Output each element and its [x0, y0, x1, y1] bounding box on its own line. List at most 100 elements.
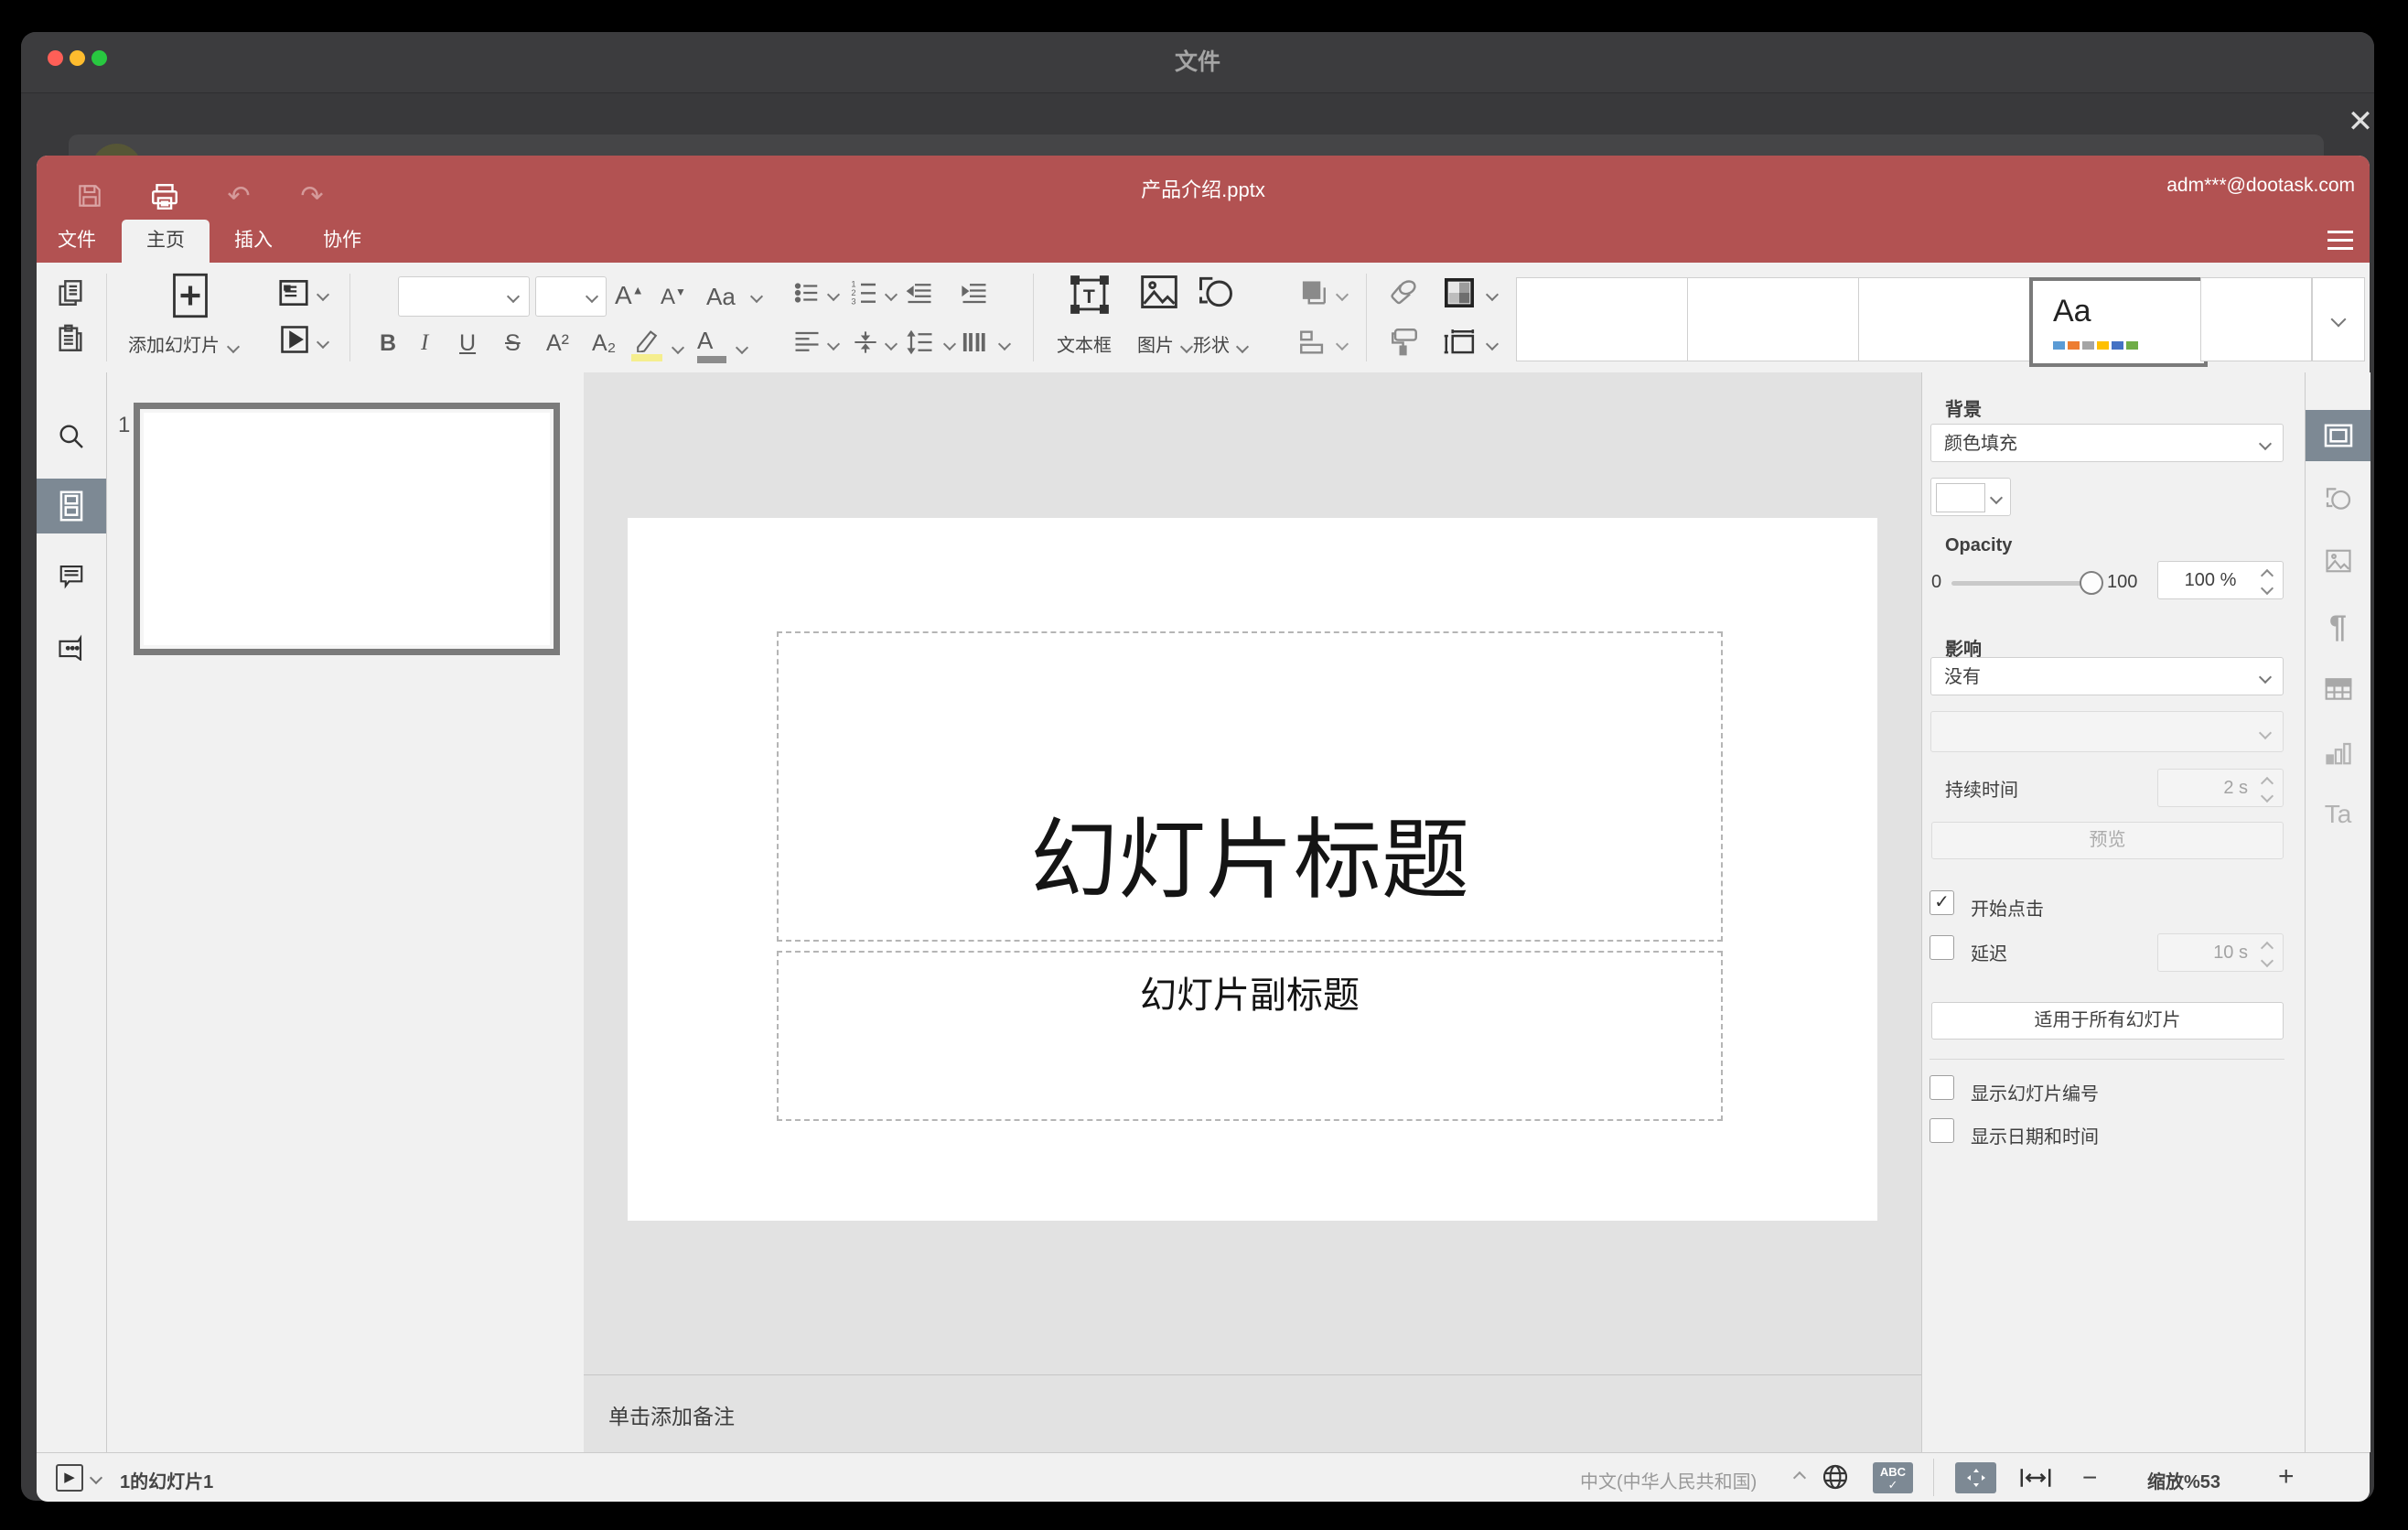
slideshow-mode-chevron[interactable] [89, 1471, 103, 1485]
theme-slot-2[interactable] [1687, 277, 1860, 361]
table-settings-icon[interactable] [2306, 663, 2370, 715]
slide-size-icon[interactable] [1444, 327, 1477, 358]
font-name-combo[interactable] [398, 276, 530, 317]
horizontal-align-chevron[interactable] [826, 337, 841, 351]
slide-layout-chevron[interactable] [316, 287, 330, 302]
copy-style-icon[interactable] [1389, 325, 1420, 358]
chat-icon[interactable] [37, 620, 106, 674]
shape-icon[interactable] [1196, 272, 1236, 312]
slide-title-placeholder[interactable]: 幻灯片标题 [777, 631, 1723, 942]
add-slide-button[interactable]: 添加幻灯片 [128, 330, 240, 357]
increase-indent-icon[interactable] [959, 279, 990, 307]
strikethrough-icon[interactable]: S [505, 330, 521, 357]
highlight-color-chevron[interactable] [671, 340, 685, 355]
highlight-color-icon[interactable] [631, 327, 662, 361]
clear-style-icon[interactable] [1387, 277, 1420, 308]
theme-slot-3[interactable] [1858, 277, 2031, 361]
increase-font-icon[interactable]: A▲ [615, 281, 644, 310]
search-icon[interactable] [37, 409, 106, 464]
chart-settings-icon[interactable] [2306, 727, 2370, 779]
tab-home[interactable]: 主页 [122, 220, 210, 263]
background-fill-select[interactable]: 颜色填充 [1930, 424, 2284, 462]
bold-icon[interactable]: B [380, 330, 396, 357]
theme-colors-icon[interactable] [1444, 277, 1475, 308]
slide-settings-icon[interactable] [2306, 410, 2370, 461]
tab-collaboration[interactable]: 协作 [298, 220, 386, 263]
language-selector[interactable]: 中文(中华人民共和国) [1580, 1467, 1757, 1493]
horizontal-align-icon[interactable] [793, 329, 821, 356]
columns-chevron[interactable] [997, 337, 1012, 351]
close-icon[interactable]: ✕ [2338, 101, 2383, 143]
superscript-icon[interactable]: A² [546, 330, 569, 357]
opacity-spinner[interactable]: 100 % [2157, 561, 2284, 599]
textbox-button[interactable]: 文本框 [1057, 330, 1112, 357]
arrange-shape-chevron[interactable] [1335, 287, 1349, 302]
change-case-chevron[interactable] [749, 289, 764, 304]
font-color-icon[interactable]: A [697, 327, 726, 363]
start-on-click-checkbox[interactable]: ✓ [1930, 890, 1954, 915]
theme-slot-1[interactable] [1516, 277, 1689, 361]
textbox-icon[interactable]: T [1069, 270, 1111, 319]
textart-settings-icon[interactable]: Ta [2306, 789, 2370, 840]
menu-icon[interactable] [2324, 225, 2357, 254]
theme-gallery-expand[interactable] [2312, 277, 2365, 361]
slides-panel-icon[interactable] [37, 479, 106, 533]
slide-size-chevron[interactable] [1485, 337, 1500, 351]
opacity-slider-thumb[interactable] [2080, 571, 2103, 595]
start-slideshow-status-icon[interactable]: ▶ [56, 1464, 83, 1492]
show-slide-number-checkbox[interactable] [1930, 1075, 1954, 1100]
line-spacing-chevron[interactable] [942, 337, 957, 351]
paste-icon[interactable] [55, 323, 86, 354]
align-shape-icon[interactable] [1297, 327, 1328, 358]
zoom-in-button[interactable]: + [2278, 1461, 2295, 1492]
line-spacing-icon[interactable] [906, 329, 935, 356]
bullet-list-chevron[interactable] [826, 287, 841, 302]
theme-colors-chevron[interactable] [1485, 287, 1500, 302]
copy-icon[interactable] [55, 277, 86, 308]
tab-file[interactable]: 文件 [33, 220, 121, 263]
bullet-list-icon[interactable] [793, 279, 821, 307]
shape-button[interactable]: 形状 [1193, 330, 1249, 357]
vertical-align-chevron[interactable] [884, 337, 898, 351]
start-slideshow-icon[interactable] [278, 323, 311, 356]
align-shape-chevron[interactable] [1335, 337, 1349, 351]
slide-layout-icon[interactable] [276, 275, 311, 310]
spellcheck-icon[interactable]: ABC ✓ [1873, 1462, 1913, 1493]
columns-icon[interactable] [961, 329, 990, 356]
background-color-swatch[interactable] [1930, 478, 2011, 516]
subscript-icon[interactable]: A₂ [592, 330, 616, 357]
language-chevron[interactable] [1792, 1471, 1807, 1485]
underline-icon[interactable]: U [459, 330, 476, 357]
numbered-list-chevron[interactable] [884, 287, 898, 302]
fit-width-icon[interactable] [2019, 1465, 2052, 1491]
slide[interactable]: 幻灯片标题 幻灯片副标题 [628, 518, 1877, 1221]
apply-to-all-slides-button[interactable]: 适用于所有幻灯片 [1931, 1002, 2284, 1040]
fit-slide-icon[interactable] [1955, 1462, 1996, 1493]
image-icon[interactable] [1139, 272, 1179, 312]
shape-settings-icon[interactable] [2306, 473, 2370, 524]
show-date-time-checkbox[interactable] [1930, 1118, 1954, 1143]
slide-canvas[interactable]: 幻灯片标题 幻灯片副标题 [584, 372, 1921, 1374]
start-slideshow-chevron[interactable] [316, 335, 330, 350]
delay-checkbox[interactable] [1930, 935, 1954, 960]
italic-icon[interactable]: I [421, 330, 428, 356]
numbered-list-icon[interactable]: 123 [850, 277, 879, 307]
slide-subtitle-placeholder[interactable]: 幻灯片副标题 [777, 951, 1723, 1121]
decrease-indent-icon[interactable] [904, 279, 935, 307]
vertical-align-icon[interactable] [853, 329, 878, 356]
comments-icon[interactable] [37, 548, 106, 603]
font-size-combo[interactable] [535, 276, 607, 317]
theme-slot-selected[interactable]: Aa [2029, 277, 2208, 367]
effect-select[interactable]: 没有 [1930, 657, 2284, 695]
font-color-chevron[interactable] [735, 340, 749, 355]
image-button[interactable]: 图片 [1137, 330, 1193, 357]
slide-thumbnail[interactable] [134, 403, 560, 655]
change-case-icon[interactable]: Aa [706, 283, 736, 311]
image-settings-icon[interactable] [2306, 535, 2370, 587]
notes-area[interactable]: 单击添加备注 [584, 1374, 1921, 1453]
zoom-out-button[interactable]: − [2082, 1463, 2097, 1492]
add-slide-icon[interactable] [171, 270, 210, 321]
tab-insert[interactable]: 插入 [210, 220, 297, 263]
set-language-globe-icon[interactable] [1821, 1462, 1850, 1492]
paragraph-settings-icon[interactable]: ¶ [2306, 601, 2370, 652]
